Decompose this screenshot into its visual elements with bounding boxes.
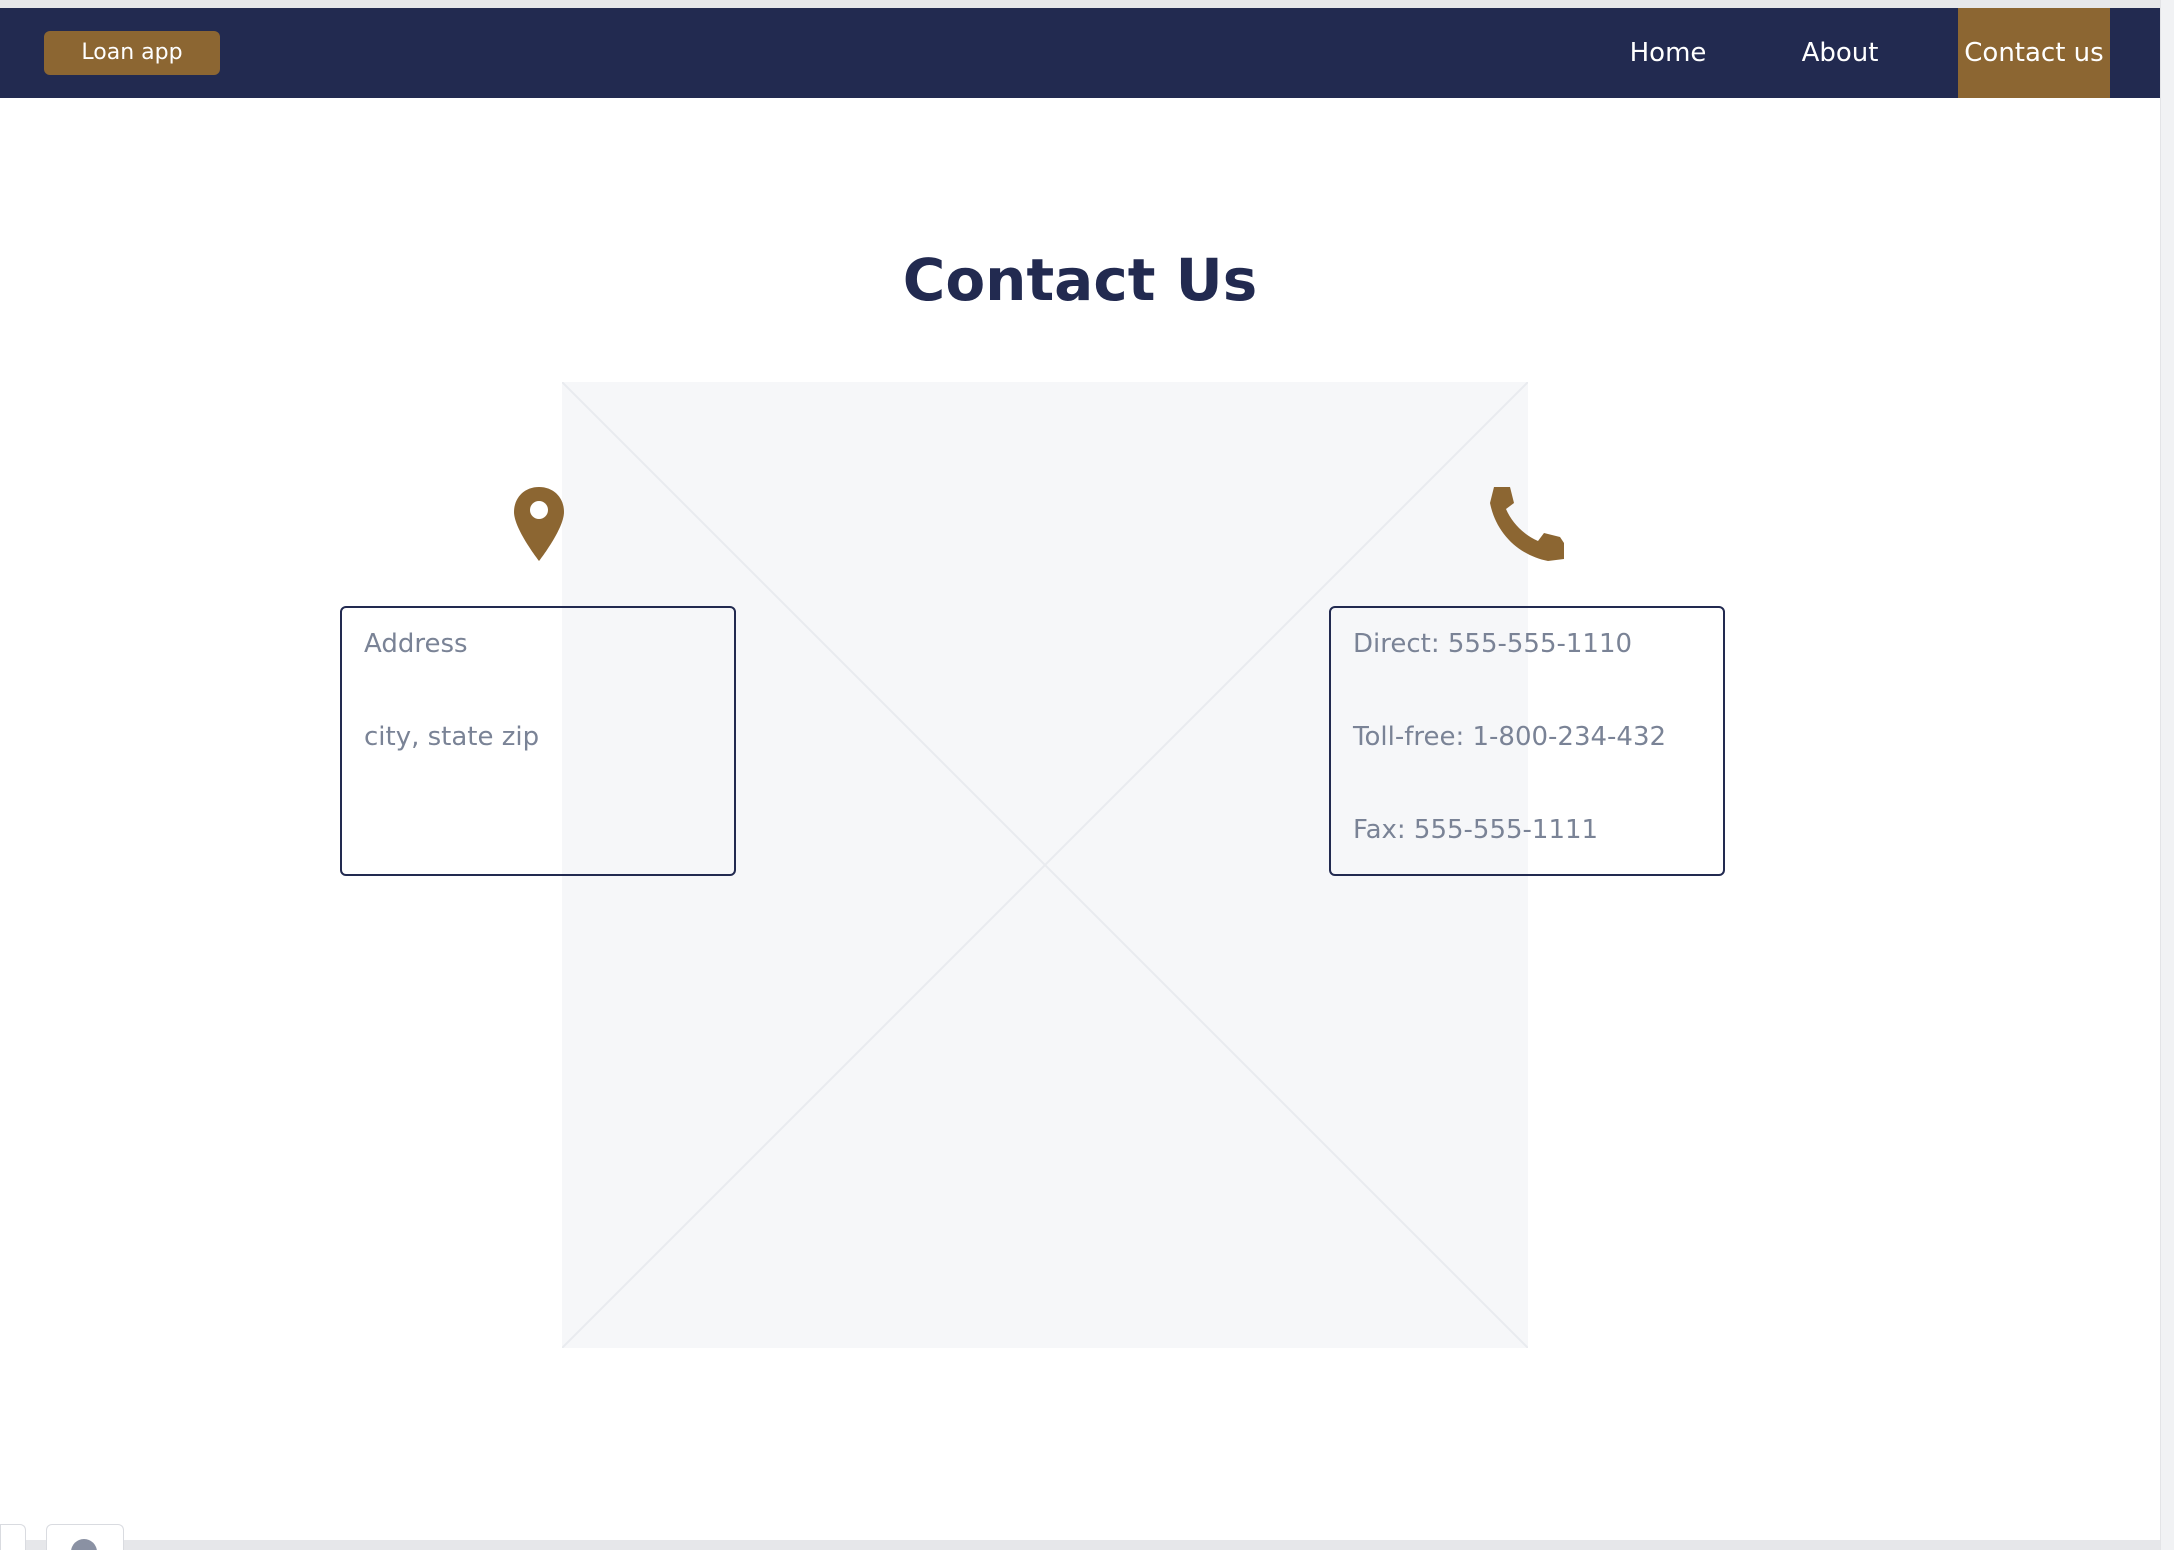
brand-button[interactable]: Loan app <box>44 31 220 75</box>
scrollbar-track[interactable] <box>2160 0 2174 1550</box>
page-title: Contact Us <box>902 246 1258 314</box>
help-tab[interactable] <box>46 1524 124 1550</box>
address-card: Address city, state zip <box>340 606 736 876</box>
toll-free-line: Toll-free: 1-800-234-432 <box>1353 722 1667 752</box>
bottom-bar <box>0 1540 2160 1550</box>
phone-card: Direct: 555-555-1110 Toll-free: 1-800-23… <box>1329 606 1725 876</box>
nav-about-link[interactable]: About <box>1790 8 1890 98</box>
nav-contact-link[interactable]: Contact us <box>1958 8 2110 98</box>
help-icon <box>71 1539 97 1550</box>
navbar: Loan app Home About Contact us <box>0 8 2160 98</box>
map-pin-icon <box>512 485 566 563</box>
fax-line: Fax: 555-555-1111 <box>1353 815 1599 845</box>
phone-icon <box>1488 485 1568 563</box>
direct-phone-line: Direct: 555-555-1110 <box>1353 629 1633 659</box>
nav-home-link[interactable]: Home <box>1620 8 1716 98</box>
address-line: Address <box>364 629 468 659</box>
city-state-zip-line: city, state zip <box>364 722 540 752</box>
bottom-tab-left[interactable] <box>0 1524 26 1550</box>
browser-top-strip <box>0 0 2160 8</box>
